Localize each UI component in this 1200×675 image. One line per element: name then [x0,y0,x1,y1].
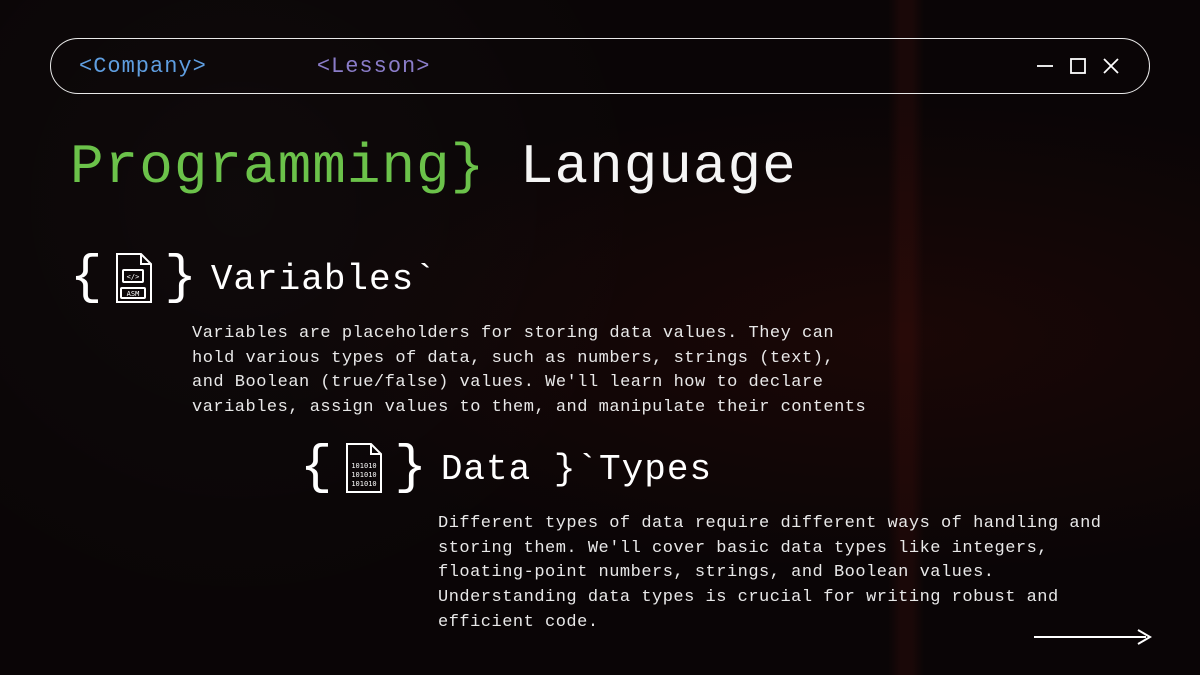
svg-text:ASM: ASM [127,290,140,298]
title-part2: Language [520,135,797,199]
section-title: Data }`Types [441,449,712,490]
section-title: Variables` [211,259,437,300]
section-variables: { </> ASM } Variables` Variables are pla… [70,250,930,421]
minimize-icon[interactable] [1035,56,1055,76]
close-brace-icon: } [164,252,196,306]
svg-text:</>: </> [127,273,140,281]
maximize-icon[interactable] [1069,57,1087,75]
close-icon[interactable] [1101,56,1121,76]
svg-text:101010: 101010 [352,462,377,470]
lesson-label: <Lesson> [317,54,431,79]
svg-text:101010: 101010 [352,480,377,488]
section-body: Variables are placeholders for storing d… [192,322,872,421]
section-header: { </> ASM } Variables` [70,250,930,308]
open-brace-icon: { [300,442,332,496]
window-title-bar: <Company> <Lesson> [50,38,1150,94]
binary-file-icon: 101010 101010 101010 [338,440,388,498]
page-title: Programming} Language [70,135,797,199]
open-brace-icon: { [70,252,102,306]
close-brace-icon: } [394,442,426,496]
next-arrow-icon[interactable] [1034,628,1154,651]
title-part1: Programming} [70,135,485,199]
asm-file-icon: </> ASM [108,250,158,308]
section-body: Different types of data require differen… [438,512,1118,635]
section-data-types: { 101010 101010 101010 } Data }`Types Di… [300,440,1130,635]
svg-text:101010: 101010 [352,471,377,479]
company-label: <Company> [79,54,207,79]
section-header: { 101010 101010 101010 } Data }`Types [300,440,1130,498]
window-controls [1035,56,1121,76]
